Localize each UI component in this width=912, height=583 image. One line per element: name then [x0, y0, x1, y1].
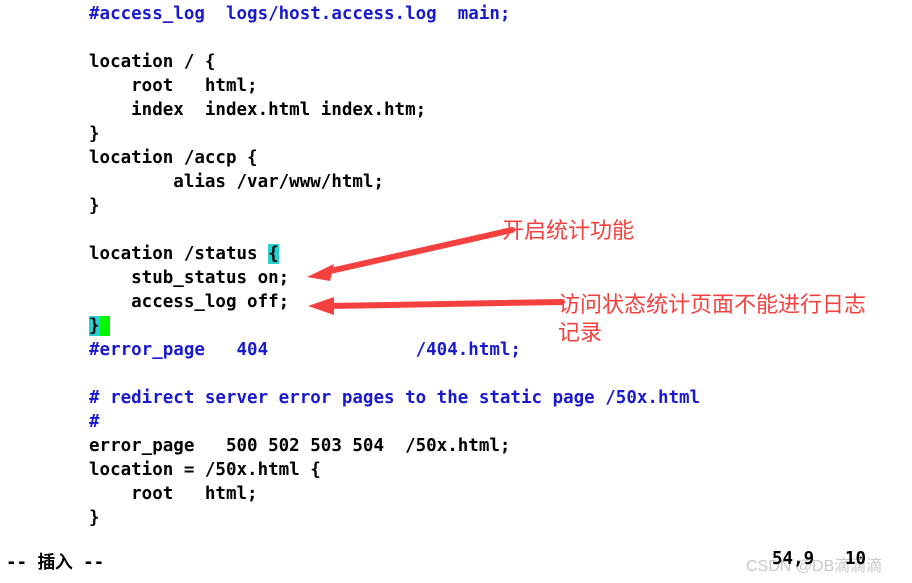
code-comment: #: [89, 412, 100, 432]
code-line[interactable]: #error_page 404 /404.html;: [89, 338, 521, 362]
code-comment: #error_page 404 /404.html;: [89, 340, 521, 360]
code-line[interactable]: root html;: [89, 482, 258, 506]
matching-brace-highlight: }: [89, 316, 100, 336]
code-line[interactable]: }: [89, 122, 100, 146]
code-text: location / {: [89, 52, 216, 72]
code-text: access_log off;: [89, 292, 290, 312]
vim-terminal-screenshot: #access_log logs/host.access.log main; l…: [0, 0, 912, 583]
code-text: location /accp {: [89, 148, 258, 168]
code-line[interactable]: location = /50x.html {: [89, 458, 321, 482]
code-text: index index.html index.htm;: [89, 100, 427, 120]
code-line[interactable]: #: [89, 410, 100, 434]
code-line[interactable]: }: [89, 506, 100, 530]
code-line[interactable]: root html;: [89, 74, 258, 98]
vim-file-percent: 10: [845, 549, 867, 569]
code-line[interactable]: location / {: [89, 50, 215, 74]
editor-buffer[interactable]: #access_log logs/host.access.log main; l…: [0, 0, 912, 545]
code-text: location = /50x.html {: [89, 460, 321, 480]
code-line[interactable]: #access_log logs/host.access.log main;: [89, 2, 510, 26]
code-line[interactable]: [89, 218, 100, 242]
code-text: root html;: [89, 76, 258, 96]
code-comment: # redirect server error pages to the sta…: [89, 388, 701, 408]
code-line[interactable]: [89, 362, 100, 386]
code-text: }: [89, 196, 100, 216]
code-line[interactable]: location /status {: [89, 242, 279, 266]
code-line[interactable]: }: [89, 194, 100, 218]
code-line[interactable]: stub_status on;: [89, 266, 289, 290]
code-text: root html;: [89, 484, 258, 504]
code-line[interactable]: access_log off;: [89, 290, 289, 314]
code-line[interactable]: location /accp {: [89, 146, 258, 170]
matching-brace-highlight: {: [268, 244, 279, 264]
code-line[interactable]: # redirect server error pages to the sta…: [89, 386, 700, 410]
vim-mode-indicator: -- 插入 --: [6, 553, 105, 573]
code-line[interactable]: index index.html index.htm;: [89, 98, 426, 122]
code-line[interactable]: }: [89, 314, 111, 338]
code-comment: #access_log logs/host.access.log main;: [89, 4, 511, 24]
code-text: location /status: [89, 244, 269, 264]
vim-status-line: -- 插入 -- 54,9 10: [0, 545, 912, 583]
code-line[interactable]: [89, 26, 100, 50]
code-line[interactable]: alias /var/www/html;: [89, 170, 384, 194]
code-line[interactable]: error_page 500 502 503 504 /50x.html;: [89, 434, 510, 458]
code-text: error_page 500 502 503 504 /50x.html;: [89, 436, 511, 456]
vim-cursor-position: 54,9: [772, 549, 815, 569]
code-text: stub_status on;: [89, 268, 290, 288]
code-text: alias /var/www/html;: [89, 172, 385, 192]
code-text: }: [89, 508, 100, 528]
code-text: }: [89, 124, 100, 144]
text-cursor: [99, 316, 111, 336]
